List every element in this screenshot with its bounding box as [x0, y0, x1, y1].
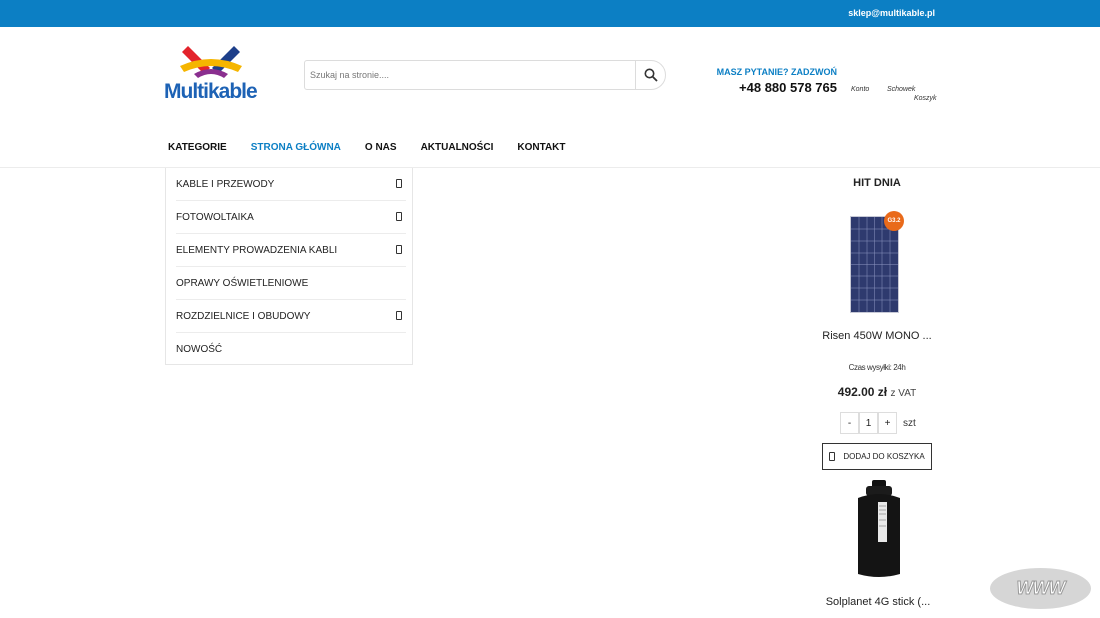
phone-number[interactable]: +48 880 578 765 [717, 80, 837, 95]
deal-title: HIT DNIA [853, 177, 901, 189]
product-name-link[interactable]: Risen 450W MONO ... [816, 330, 938, 342]
shipping-time: Czas wysyłki: 24h [848, 363, 906, 372]
cart-link[interactable]: Koszyk [914, 95, 937, 102]
category-item[interactable]: NOWOŚĆ [176, 333, 406, 366]
category-item[interactable]: ELEMENTY PROWADZENIA KABLI [176, 234, 406, 267]
nav-item-kategorie[interactable]: KATEGORIE [168, 142, 227, 153]
qty-input[interactable]: 1 [859, 412, 878, 434]
product-badge: G3.2 [884, 211, 904, 231]
account-link[interactable]: Konto [851, 86, 869, 93]
add-to-cart-button[interactable]: DODAJ DO KOSZYKA [822, 443, 932, 470]
ask-label: MASZ PYTANIE? ZADZWOŃ [716, 67, 837, 77]
qty-minus-button[interactable]: - [840, 412, 859, 434]
logo-text-multi: Multi [164, 80, 209, 103]
vat-label: z VAT [890, 388, 917, 399]
lte-stick-icon [858, 480, 900, 577]
main-nav: KATEGORIE STRONA GŁÓWNA O NAS AKTUALNOŚC… [168, 142, 590, 153]
product-price: 492.00 zł z VAT [820, 385, 934, 399]
search-button[interactable] [635, 61, 665, 89]
contact-email-link[interactable]: sklep@multikable.pl [848, 8, 935, 18]
contact-block: MASZ PYTANIE? ZADZWOŃ +48 880 578 765 [717, 67, 837, 95]
category-item[interactable]: FOTOWOLTAIKA [176, 201, 406, 234]
nav-item-kontakt[interactable]: KONTAKT [517, 142, 565, 153]
submenu-icon [396, 212, 402, 221]
price-value: 492.00 zł [837, 385, 888, 399]
search-icon [644, 68, 658, 82]
category-label: OPRAWY OŚWIETLENIOWE [176, 277, 309, 289]
category-label: ELEMENTY PROWADZENIA KABLI [176, 244, 338, 256]
www-badge[interactable]: WWW [990, 568, 1091, 609]
category-label: KABLE I PRZEWODY [176, 178, 275, 190]
nav-item-aktualnosci[interactable]: AKTUALNOŚCI [421, 142, 494, 153]
category-label: ROZDZIELNICE I OBUDOWY [176, 310, 311, 322]
search-box [304, 60, 666, 90]
category-item[interactable]: OPRAWY OŚWIETLENIOWE [176, 267, 406, 300]
submenu-icon [396, 179, 402, 188]
add-to-cart-label: DODAJ DO KOSZYKA [843, 452, 925, 461]
submenu-icon [396, 311, 402, 320]
site-logo[interactable]: Multikable [164, 44, 264, 104]
logo-mark-icon [180, 46, 242, 78]
search-input[interactable] [305, 61, 637, 89]
product-name-link[interactable]: Solplanet 4G stick (... [816, 596, 940, 608]
cart-icon [829, 452, 836, 461]
logo-text-kable: kable [207, 80, 258, 103]
wishlist-link[interactable]: Schowek [887, 86, 915, 93]
deal-of-the-day: HIT DNIA G3.2 Risen 450W MONO ... Czas w… [820, 168, 934, 470]
nav-item-strona-glowna[interactable]: STRONA GŁÓWNA [251, 142, 341, 153]
lte-stick-image[interactable] [856, 480, 902, 580]
www-label: WWW [1016, 578, 1066, 599]
top-bar: sklep@multikable.pl [0, 0, 1100, 27]
category-item[interactable]: ROZDZIELNICE I OBUDOWY [176, 300, 406, 333]
qty-unit: szt [903, 417, 916, 429]
submenu-icon [396, 245, 402, 254]
solar-panel-icon [851, 217, 898, 312]
quantity-stepper: - 1 + szt [840, 412, 916, 434]
category-label: NOWOŚĆ [176, 344, 223, 355]
category-menu: KABLE I PRZEWODY FOTOWOLTAIKA ELEMENTY P… [165, 168, 413, 365]
nav-item-o-nas[interactable]: O NAS [365, 142, 397, 153]
qty-plus-button[interactable]: + [878, 412, 897, 434]
category-item[interactable]: KABLE I PRZEWODY [176, 168, 406, 201]
category-label: FOTOWOLTAIKA [176, 211, 254, 223]
